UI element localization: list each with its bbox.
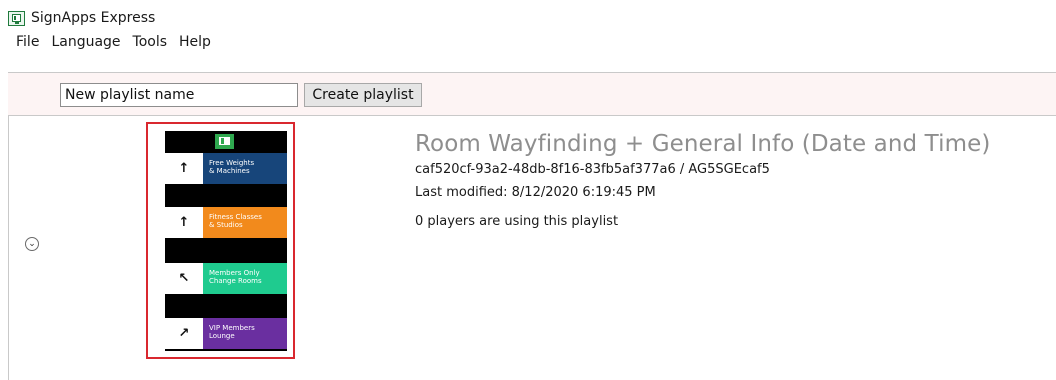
sign-label: VIP Members Lounge xyxy=(203,318,287,349)
sign-label-line: Lounge xyxy=(209,332,235,340)
chevron-down-icon[interactable]: ⌄ xyxy=(25,237,39,251)
create-playlist-button[interactable]: Create playlist xyxy=(304,83,422,107)
title-bar: SignApps Express xyxy=(8,8,155,28)
playlist-name-input[interactable] xyxy=(60,83,298,107)
sign-label: Free Weights & Machines xyxy=(203,153,287,184)
arrow-up-right-icon: ↗ xyxy=(165,318,203,349)
playlist-thumbnail[interactable]: ↑ Free Weights & Machines ↑ Fitness Clas… xyxy=(165,131,287,351)
menu-file[interactable]: File xyxy=(15,34,40,50)
sign-label-line: Change Rooms xyxy=(209,277,262,285)
players-count: 0 players are using this playlist xyxy=(415,214,619,229)
sign-label-line: & Studios xyxy=(209,221,243,229)
sign-label-line: Members Only xyxy=(209,269,260,277)
sign-label-line: & Machines xyxy=(209,167,250,175)
sign-label: Members Only Change Rooms xyxy=(203,263,287,294)
sign-row: ↖ Members Only Change Rooms xyxy=(165,263,287,294)
app-title: SignApps Express xyxy=(31,10,156,26)
arrow-up-icon: ↑ xyxy=(165,153,203,184)
sign-row: ↗ VIP Members Lounge xyxy=(165,318,287,349)
menu-tools[interactable]: Tools xyxy=(132,34,169,50)
sign-label-line: VIP Members xyxy=(209,324,255,332)
sign-row: ↑ Fitness Classes & Studios xyxy=(165,207,287,238)
sign-label-line: Fitness Classes xyxy=(209,213,262,221)
menu-help[interactable]: Help xyxy=(178,34,212,50)
playlist-title[interactable]: Room Wayfinding + General Info (Date and… xyxy=(415,131,990,157)
playlist-toolbar: Create playlist xyxy=(8,72,1056,116)
menu-language[interactable]: Language xyxy=(50,34,121,50)
playlist-id: caf520cf-93a2-48db-8f16-83fb5af377a6 / A… xyxy=(415,162,770,177)
sign-label: Fitness Classes & Studios xyxy=(203,207,287,238)
content-border xyxy=(8,116,9,380)
last-modified: Last modified: 8/12/2020 6:19:45 PM xyxy=(415,185,656,200)
arrow-up-icon: ↑ xyxy=(165,207,203,238)
signapps-app-icon xyxy=(8,10,25,26)
arrow-up-left-icon: ↖ xyxy=(165,263,203,294)
sign-label-line: Free Weights xyxy=(209,159,255,167)
menu-bar: File Language Tools Help xyxy=(15,34,212,50)
sign-row: ↑ Free Weights & Machines xyxy=(165,153,287,184)
signapps-logo-icon xyxy=(215,134,234,149)
